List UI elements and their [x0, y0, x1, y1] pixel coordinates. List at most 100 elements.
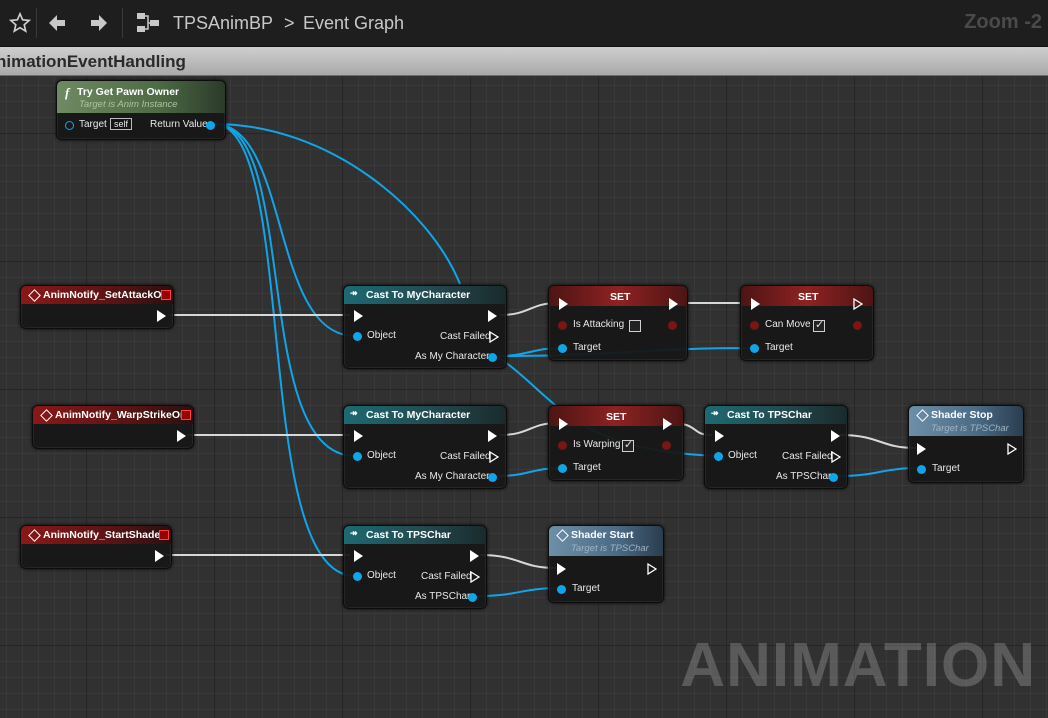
cast-failed-pin[interactable] [470, 571, 480, 583]
exec-in-pin[interactable] [354, 430, 363, 442]
cast-failed-pin[interactable] [831, 451, 841, 463]
comment-title: nimationEventHandling [0, 52, 186, 71]
exec-out-pin[interactable] [488, 310, 497, 322]
pin-label-variable: Is Warping [573, 439, 621, 450]
node-cast-to-tpschar-2[interactable]: ↠ Cast To TPSChar Object Cast Failed As … [343, 525, 487, 609]
zoom-level: Zoom -2 [964, 11, 1042, 33]
node-title: Try Get Pawn Owner [77, 86, 180, 98]
as-mycharacter-pin[interactable] [488, 353, 497, 362]
exec-in-pin[interactable] [354, 550, 363, 562]
object-pin[interactable] [714, 452, 723, 461]
is-warping-checkbox[interactable]: ✓ [622, 439, 634, 452]
node-shader-start[interactable]: Shader Start Target is TPSChar Target [548, 525, 664, 603]
exec-out-pin[interactable] [853, 298, 863, 310]
node-cast-to-mycharacter-2[interactable]: ↠ Cast To MyCharacter Object Cast Failed… [343, 405, 507, 489]
cast-icon: ↠ [350, 288, 358, 298]
exec-out-pin[interactable] [831, 430, 840, 442]
breadcrumb-graph[interactable]: Event Graph [303, 13, 404, 34]
star-icon[interactable] [5, 8, 35, 38]
exec-out-pin[interactable] [177, 430, 186, 442]
exec-in-pin[interactable] [751, 298, 760, 310]
blueprint-graph-icon [133, 8, 163, 38]
return-value-pin[interactable] [206, 121, 215, 130]
delegate-pin-icon[interactable] [181, 410, 191, 420]
bool-out-pin[interactable] [668, 321, 677, 330]
self-value[interactable]: self [110, 118, 133, 130]
pin-label-object: Object [367, 330, 396, 341]
node-subtitle: Target is TPSChar [931, 423, 1009, 434]
pin-label-as: As TPSChar [415, 591, 471, 602]
node-title: AnimNotify_SetAttackOff [43, 289, 169, 301]
exec-out-pin[interactable] [470, 550, 479, 562]
exec-in-pin[interactable] [559, 298, 568, 310]
forward-arrow-icon[interactable] [84, 8, 114, 38]
can-move-checkbox[interactable]: ✓ [813, 319, 825, 332]
node-title: AnimNotify_StartShader [43, 529, 165, 541]
object-pin[interactable] [353, 332, 362, 341]
exec-out-pin[interactable] [1007, 443, 1017, 455]
node-anim-notify-start-shader[interactable]: AnimNotify_StartShader [20, 525, 172, 569]
bool-out-pin[interactable] [662, 441, 671, 450]
cast-failed-pin[interactable] [489, 451, 499, 463]
target-pin[interactable] [558, 464, 567, 473]
delegate-pin-icon[interactable] [161, 290, 171, 300]
exec-out-pin[interactable] [647, 563, 657, 575]
exec-in-pin[interactable] [354, 310, 363, 322]
node-anim-notify-set-attack-off[interactable]: AnimNotify_SetAttackOff [20, 285, 174, 329]
bool-out-pin[interactable] [853, 321, 862, 330]
as-mycharacter-pin[interactable] [488, 473, 497, 482]
cast-failed-pin[interactable] [489, 331, 499, 343]
target-pin[interactable] [558, 344, 567, 353]
node-title: AnimNotify_WarpStrikeOn [55, 409, 187, 421]
cast-icon: ↠ [350, 408, 358, 418]
exec-out-pin[interactable] [669, 298, 678, 310]
pin-label-variable: Is Attacking [573, 319, 625, 330]
as-tpschar-pin[interactable] [829, 473, 838, 482]
node-shader-stop[interactable]: Shader Stop Target is TPSChar Target [908, 405, 1024, 483]
pin-label-object: Object [367, 450, 396, 461]
node-title: Cast To TPSChar [366, 529, 451, 541]
is-attacking-checkbox[interactable] [629, 320, 641, 332]
exec-in-pin[interactable] [557, 563, 566, 575]
pin-label-object: Object [367, 570, 396, 581]
target-pin[interactable] [750, 344, 759, 353]
pin-label-target: Target [572, 583, 600, 594]
object-pin[interactable] [353, 452, 362, 461]
exec-in-pin[interactable] [715, 430, 724, 442]
breadcrumb-blueprint[interactable]: TPSAnimBP [173, 13, 273, 34]
back-arrow-icon[interactable] [42, 8, 72, 38]
function-icon: f [65, 85, 70, 100]
node-cast-to-mycharacter-1[interactable]: ↠ Cast To MyCharacter Object Cast Failed… [343, 285, 507, 369]
target-pin[interactable] [65, 121, 74, 130]
cast-icon: ↠ [711, 408, 719, 418]
delegate-pin-icon[interactable] [159, 530, 169, 540]
node-anim-notify-warp-strike-on[interactable]: AnimNotify_WarpStrikeOn [32, 405, 194, 449]
exec-out-pin[interactable] [157, 310, 166, 322]
pin-label-target: Target [573, 342, 601, 353]
exec-out-pin[interactable] [663, 418, 672, 430]
bool-in-pin[interactable] [558, 321, 567, 330]
graph-type-watermark: ANIMATION [680, 631, 1036, 700]
bool-in-pin[interactable] [750, 321, 759, 330]
pin-label-variable: Can Move [765, 319, 811, 330]
pin-label-object: Object [728, 450, 757, 461]
target-pin[interactable] [917, 465, 926, 474]
exec-in-pin[interactable] [559, 418, 568, 430]
node-cast-to-tpschar-1[interactable]: ↠ Cast To TPSChar Object Cast Failed As … [704, 405, 848, 489]
pin-label-target: Target [765, 342, 793, 353]
target-pin[interactable] [557, 585, 566, 594]
comment-box[interactable] [0, 75, 1048, 718]
bool-in-pin[interactable] [558, 441, 567, 450]
exec-in-pin[interactable] [917, 443, 926, 455]
node-try-get-pawn-owner[interactable]: f Try Get Pawn Owner Target is Anim Inst… [56, 80, 226, 140]
node-set-is-warping[interactable]: SET Is Warping ✓ Target [548, 405, 684, 481]
checkmark-icon: ✓ [815, 319, 825, 331]
node-set-can-move[interactable]: SET Can Move ✓ Target [740, 285, 874, 361]
object-pin[interactable] [353, 572, 362, 581]
as-tpschar-pin[interactable] [468, 593, 477, 602]
node-set-is-attacking[interactable]: SET Is Attacking Target [548, 285, 688, 361]
node-subtitle: Target is Anim Instance [79, 99, 178, 110]
exec-out-pin[interactable] [488, 430, 497, 442]
comment-header[interactable]: nimationEventHandling [0, 47, 1048, 76]
exec-out-pin[interactable] [155, 550, 164, 562]
